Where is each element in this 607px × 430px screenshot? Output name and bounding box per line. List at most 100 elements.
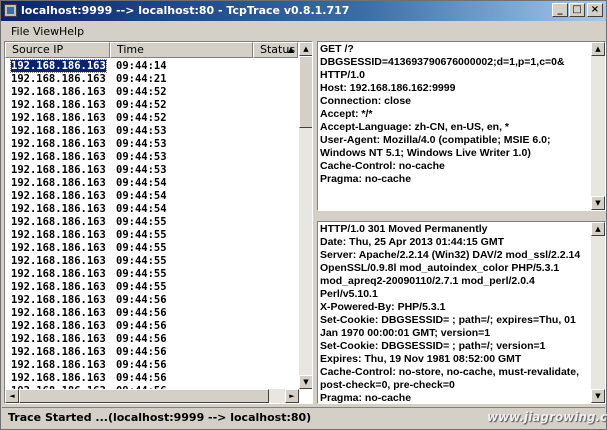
row-time: 09:44:56 [116, 346, 167, 358]
row-time: 09:44:14 [116, 60, 167, 72]
request-scrollbar[interactable]: ▲ ▼ [591, 42, 605, 210]
pane-splitter[interactable] [317, 211, 606, 221]
response-text[interactable]: ▲ ▼ HTTP/1.0 301 Moved Permanently Date: … [317, 221, 606, 404]
table-row[interactable]: 192.168.186.163 09:44:56 [5, 307, 298, 320]
column-header-status[interactable]: Status ▲ [253, 42, 298, 58]
row-source-ip: 192.168.186.163 [11, 99, 106, 111]
table-row[interactable]: 192.168.186.163 09:44:53 [5, 125, 298, 138]
request-text[interactable]: ▲ ▼ GET /? DBGSESSID=413693790676000002;d… [317, 41, 606, 211]
detail-pane: ▲ ▼ GET /? DBGSESSID=413693790676000002;d… [317, 41, 606, 404]
row-time: 09:44:56 [116, 320, 167, 332]
scroll-up-icon: ▲ [595, 45, 601, 53]
table-row[interactable]: 192.168.186.163 09:44:53 [5, 138, 298, 151]
row-source-ip: 192.168.186.163 [11, 138, 106, 150]
response-line: Cache-Control: no-store, no-cache, must-… [320, 366, 580, 378]
row-source-ip: 192.168.186.163 [11, 333, 106, 345]
row-source-ip: 192.168.186.163 [11, 151, 106, 163]
table-row[interactable]: 192.168.186.163 09:44:56 [5, 359, 298, 372]
request-line: DBGSESSID=413693790676000002;d=1,p=1,c=0… [320, 56, 565, 68]
request-line: Accept: */* [320, 108, 373, 120]
menu-view[interactable]: View [33, 25, 59, 38]
request-scroll-down-button[interactable]: ▼ [591, 196, 605, 210]
scroll-left-icon: ◄ [9, 392, 15, 400]
table-row[interactable]: 192.168.186.163 09:44:55 [5, 229, 298, 242]
response-line: Server: Apache/2.2.14 (Win32) DAV/2 mod_… [320, 249, 581, 261]
table-row[interactable]: 192.168.186.163 09:44:56 [5, 333, 298, 346]
row-source-ip: 192.168.186.163 [11, 216, 106, 228]
scroll-left-button[interactable]: ◄ [5, 389, 19, 403]
table-row[interactable]: 192.168.186.163 09:44:21 [5, 73, 298, 86]
request-line: Accept-Language: zh-CN, en-US, en, * [320, 121, 510, 133]
sort-arrow-icon: ▲ [287, 45, 294, 54]
row-time: 09:44:52 [116, 99, 167, 111]
table-row[interactable]: 192.168.186.163 09:44:54 [5, 203, 298, 216]
table-row[interactable]: 192.168.186.163 09:44:52 [5, 112, 298, 125]
list-hscroll-thumb[interactable] [19, 389, 269, 403]
row-source-ip: 192.168.186.163 [11, 255, 106, 267]
row-time: 09:44:55 [116, 216, 167, 228]
scroll-right-button[interactable]: ► [285, 389, 299, 403]
row-source-ip: 192.168.186.163 [11, 242, 106, 254]
title-bar[interactable]: localhost:9999 --> localhost:80 - TcpTra… [1, 1, 606, 21]
column-header-time-label: Time [117, 43, 144, 56]
table-row[interactable]: 192.168.186.163 09:44:55 [5, 216, 298, 229]
maximize-button[interactable]: □ [569, 3, 585, 17]
scroll-down-button[interactable]: ▼ [299, 375, 312, 389]
row-time: 09:44:53 [116, 151, 167, 163]
minimize-button[interactable]: _ [552, 3, 568, 17]
menu-file[interactable]: File [11, 25, 29, 38]
response-line: Perl/v5.10.1 [320, 288, 378, 300]
row-time: 09:44:55 [116, 281, 167, 293]
response-line: OpenSSL/0.9.8l mod_autoindex_color PHP/5… [320, 262, 560, 274]
response-line: Expires: Thu, 19 Nov 1981 08:52:00 GMT [320, 353, 522, 365]
table-row[interactable]: 192.168.186.163 09:44:56 [5, 372, 298, 385]
table-row[interactable]: 192.168.186.163 09:44:56 [5, 346, 298, 359]
list-scroll-thumb[interactable] [299, 56, 312, 128]
column-header-source-ip[interactable]: Source IP [5, 42, 110, 58]
response-line: HTTP/1.0 301 Moved Permanently [320, 223, 488, 235]
table-row[interactable]: 192.168.186.163 09:44:55 [5, 255, 298, 268]
row-time: 09:44:53 [116, 125, 167, 137]
table-row[interactable]: 192.168.186.163 09:44:55 [5, 242, 298, 255]
menu-help[interactable]: Help [59, 25, 84, 38]
table-row[interactable]: 192.168.186.163 09:44:52 [5, 99, 298, 112]
list-vertical-scrollbar[interactable]: ▲ ▼ [299, 42, 312, 389]
status-text: Trace Started ...(localhost:9999 --> loc… [8, 411, 312, 424]
table-row[interactable]: 192.168.186.163 09:44:55 [5, 281, 298, 294]
table-row[interactable]: 192.168.186.163 09:44:53 [5, 164, 298, 177]
table-row[interactable]: 192.168.186.163 09:44:53 [5, 151, 298, 164]
response-scroll-up-button[interactable]: ▲ [591, 222, 605, 236]
row-source-ip: 192.168.186.163 [11, 281, 106, 293]
row-time: 09:44:21 [116, 73, 167, 85]
response-scroll-down-button[interactable]: ▼ [591, 389, 605, 403]
response-scrollbar[interactable]: ▲ ▼ [591, 222, 605, 403]
row-source-ip: 192.168.186.163 [11, 190, 106, 202]
scroll-down-icon: ▼ [595, 199, 601, 207]
scroll-up-button[interactable]: ▲ [299, 42, 312, 56]
response-line: Date: Thu, 25 Apr 2013 01:44:15 GMT [320, 236, 505, 248]
menu-bar: File View Help [1, 22, 606, 40]
table-row[interactable]: 192.168.186.163 09:44:54 [5, 177, 298, 190]
table-row[interactable]: 192.168.186.163 09:44:14 [5, 59, 298, 73]
row-time: 09:44:54 [116, 190, 167, 202]
scroll-down-icon: ▼ [303, 378, 309, 386]
row-time: 09:44:56 [116, 333, 167, 345]
scroll-up-icon: ▲ [595, 225, 601, 233]
table-row[interactable]: 192.168.186.163 09:44:55 [5, 268, 298, 281]
column-header-time[interactable]: Time [110, 42, 253, 58]
close-button[interactable]: × [587, 3, 603, 17]
tcptrace-window: localhost:9999 --> localhost:80 - TcpTra… [0, 0, 607, 430]
row-source-ip: 192.168.186.163 [11, 294, 106, 306]
column-header-source-ip-label: Source IP [12, 43, 64, 56]
request-scroll-up-button[interactable]: ▲ [591, 42, 605, 56]
table-row[interactable]: 192.168.186.163 09:44:56 [5, 294, 298, 307]
row-source-ip: 192.168.186.163 [11, 359, 106, 371]
table-row[interactable]: 192.168.186.163 09:44:54 [5, 190, 298, 203]
table-row[interactable]: 192.168.186.163 09:44:56 [5, 320, 298, 333]
table-row[interactable]: 192.168.186.163 09:44:52 [5, 86, 298, 99]
scroll-right-icon: ► [289, 392, 295, 400]
maximize-icon: □ [572, 4, 582, 15]
row-time: 09:44:52 [116, 112, 167, 124]
list-horizontal-scrollbar[interactable]: ◄ ► [5, 389, 299, 403]
row-time: 09:44:56 [116, 294, 167, 306]
